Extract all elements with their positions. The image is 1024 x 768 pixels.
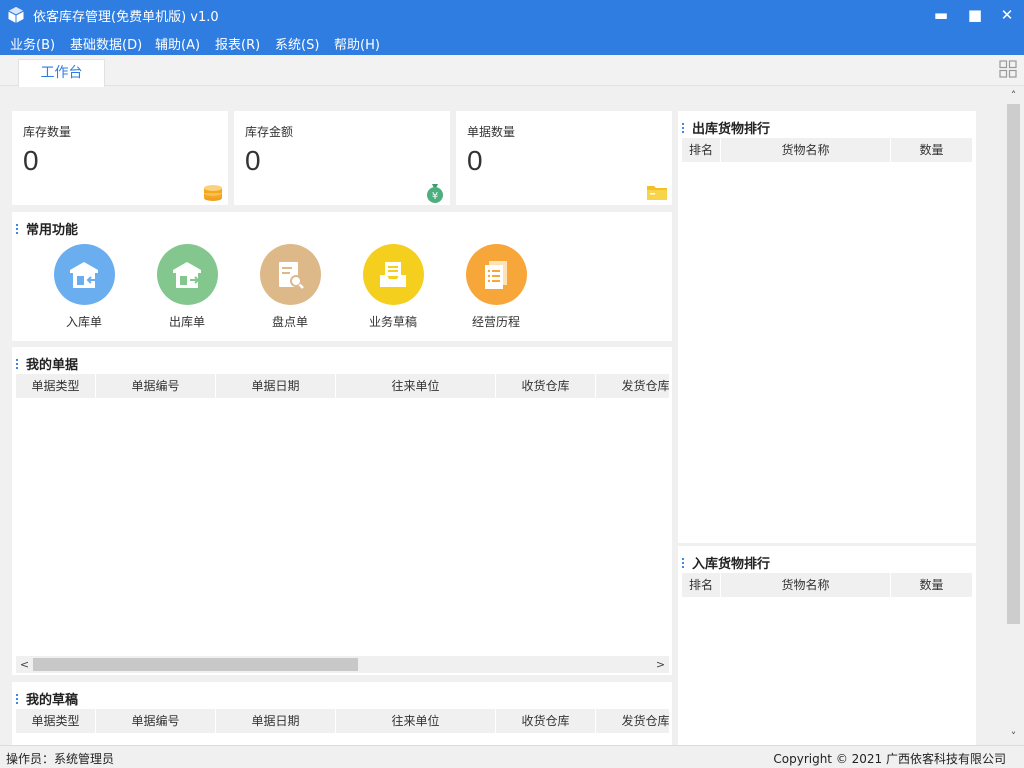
stat-value: 0 (245, 145, 261, 176)
column-header[interactable]: 单据编号 (96, 374, 216, 398)
stat-card-doc-count: 单据数量 0 (456, 111, 672, 205)
scroll-left-arrow[interactable]: < (16, 656, 33, 673)
grid-layout-icon[interactable] (998, 59, 1018, 79)
tab-strip: 工作台 (0, 55, 1024, 87)
menu-reports[interactable]: 报表(R) (215, 34, 260, 53)
column-header[interactable]: 排名 (682, 138, 721, 162)
my-drafts-panel: 我的草稿 单据类型 单据编号 单据日期 往来单位 收货仓库 发货仓库 (12, 682, 672, 745)
horizontal-scrollbar[interactable]: < > (16, 656, 669, 673)
scroll-down-arrow[interactable]: ˅ (1005, 728, 1022, 745)
workbench-content: 库存数量 0 库存金额 0 ¥ 单据数量 0 常用功能 入库单 出库单 盘点单 … (0, 87, 1005, 745)
column-header[interactable]: 发货仓库 (596, 709, 669, 733)
common-functions-panel: 常用功能 入库单 出库单 盘点单 业务草稿 经营历程 (12, 212, 672, 341)
scroll-thumb[interactable] (33, 658, 358, 671)
func-label: 经营历程 (471, 315, 520, 329)
column-header[interactable]: 往来单位 (336, 374, 496, 398)
minimize-button[interactable]: ▬ (924, 0, 958, 29)
stat-value: 0 (467, 145, 483, 176)
section-title: 常用功能 (16, 219, 78, 238)
stat-card-stock-amount: 库存金额 0 ¥ (234, 111, 450, 205)
outbound-ranking-header: 排名 货物名称 数量 (682, 138, 972, 162)
status-bar: 操作员：系统管理员 Copyright © 2021 广西依客科技有限公司 (0, 745, 1024, 768)
menu-basic-data[interactable]: 基础数据(D) (70, 34, 142, 53)
folder-icon (647, 186, 667, 200)
title-bar: 依客库存管理(免费单机版) v1.0 ▬ ■ ✕ (0, 0, 1024, 29)
func-business-history[interactable]: 经营历程 (460, 244, 532, 330)
stat-label: 库存数量 (23, 125, 72, 139)
tab-workbench[interactable]: 工作台 (18, 59, 105, 87)
column-header[interactable]: 单据日期 (216, 709, 336, 733)
close-button[interactable]: ✕ (990, 0, 1024, 29)
section-title: 我的单据 (16, 354, 78, 373)
window-title: 依客库存管理(免费单机版) v1.0 (33, 10, 219, 25)
menu-help[interactable]: 帮助(H) (334, 34, 380, 53)
column-header[interactable]: 数量 (891, 138, 972, 162)
stat-value: 0 (23, 145, 39, 176)
menu-bar: 业务(B) 基础数据(D) 辅助(A) 报表(R) 系统(S) 帮助(H) (0, 29, 1024, 55)
column-header[interactable]: 货物名称 (721, 138, 891, 162)
scroll-up-arrow[interactable]: ˄ (1005, 87, 1022, 104)
column-header[interactable]: 排名 (682, 573, 721, 597)
column-header[interactable]: 发货仓库 (596, 374, 669, 398)
app-cube-icon (8, 7, 24, 23)
column-header[interactable]: 单据编号 (96, 709, 216, 733)
warehouse-in-icon (70, 261, 98, 288)
func-stock-in[interactable]: 入库单 (48, 244, 120, 330)
documents-table-header: 单据类型 单据编号 单据日期 往来单位 收货仓库 发货仓库 (16, 374, 669, 398)
stat-card-stock-qty: 库存数量 0 (12, 111, 228, 205)
scroll-thumb[interactable] (1007, 104, 1020, 624)
menu-business[interactable]: 业务(B) (10, 34, 55, 53)
inbound-ranking-panel: 入库货物排行 排名 货物名称 数量 (678, 546, 976, 745)
func-business-draft[interactable]: 业务草稿 (357, 244, 429, 330)
scroll-right-arrow[interactable]: > (652, 656, 669, 673)
my-documents-panel: 我的单据 单据类型 单据编号 单据日期 往来单位 收货仓库 发货仓库 < > (12, 347, 672, 675)
column-header[interactable]: 收货仓库 (496, 709, 596, 733)
column-header[interactable]: 单据类型 (16, 709, 96, 733)
svg-text:¥: ¥ (432, 191, 438, 202)
menu-assist[interactable]: 辅助(A) (155, 34, 200, 53)
maximize-button[interactable]: ■ (958, 0, 992, 29)
func-label: 出库单 (168, 315, 205, 329)
vertical-scrollbar[interactable]: ˄ ˅ (1005, 87, 1022, 745)
func-label: 入库单 (65, 315, 102, 329)
coins-icon (204, 185, 222, 201)
outbound-ranking-panel: 出库货物排行 排名 货物名称 数量 (678, 111, 976, 543)
column-header[interactable]: 单据类型 (16, 374, 96, 398)
section-title: 出库货物排行 (682, 118, 770, 137)
section-title: 入库货物排行 (682, 553, 770, 572)
func-label: 盘点单 (271, 315, 308, 329)
func-stock-out[interactable]: 出库单 (151, 244, 223, 330)
inbound-ranking-header: 排名 货物名称 数量 (682, 573, 972, 597)
stat-label: 单据数量 (467, 125, 516, 139)
column-header[interactable]: 收货仓库 (496, 374, 596, 398)
copyright-text: Copyright © 2021 广西依客科技有限公司 (773, 752, 1006, 766)
drafts-table-header: 单据类型 单据编号 单据日期 往来单位 收货仓库 发货仓库 (16, 709, 669, 733)
history-doc-icon (485, 260, 507, 289)
operator-label: 操作员：系统管理员 (6, 752, 115, 766)
func-inventory-check[interactable]: 盘点单 (254, 244, 326, 330)
money-bag-icon: ¥ (427, 184, 443, 203)
section-title: 我的草稿 (16, 689, 78, 708)
column-header[interactable]: 单据日期 (216, 374, 336, 398)
warehouse-out-icon (173, 261, 201, 288)
draft-tray-icon (380, 261, 406, 287)
stat-label: 库存金额 (245, 125, 294, 139)
inventory-check-icon (279, 261, 304, 289)
column-header[interactable]: 数量 (891, 573, 972, 597)
func-label: 业务草稿 (368, 315, 417, 329)
column-header[interactable]: 货物名称 (721, 573, 891, 597)
column-header[interactable]: 往来单位 (336, 709, 496, 733)
menu-system[interactable]: 系统(S) (275, 34, 319, 53)
